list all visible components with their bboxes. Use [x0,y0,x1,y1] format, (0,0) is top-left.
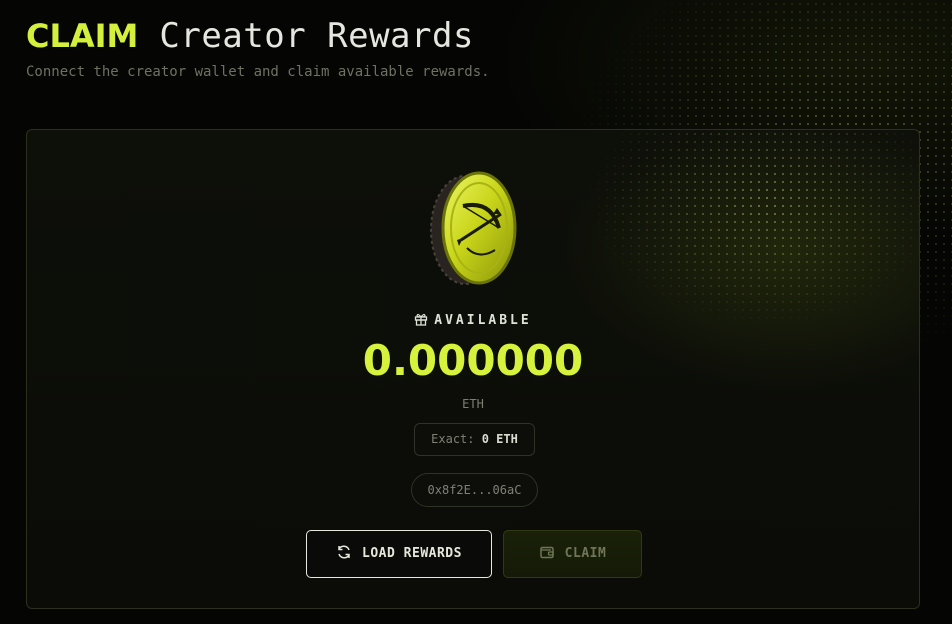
page-title-accent: CLAIM [26,17,139,55]
exact-label: Exact: [431,432,475,446]
wallet-address-badge: 0x8f2E...06aC [411,473,538,507]
claim-page: CLAIM Creator Rewards Connect the creato… [0,0,952,624]
page-header: CLAIM Creator Rewards Connect the creato… [26,14,490,80]
reward-unit: ETH [462,397,484,411]
load-rewards-button[interactable]: LOAD REWARDS [306,530,492,578]
available-label: AVAILABLE [434,313,532,328]
exact-amount-badge: Exact: 0 ETH [414,423,535,456]
claim-button[interactable]: CLAIM [503,530,642,578]
wallet-icon [539,546,554,559]
bow-arrow-coin-icon [430,171,517,285]
load-rewards-label: LOAD REWARDS [362,546,462,561]
refresh-icon [338,545,350,559]
rewards-card: AVAILABLE 0.000000 ETH Exact: 0 ETH 0x8f… [26,129,920,609]
available-label-row: AVAILABLE [27,312,919,328]
claim-label: CLAIM [564,546,607,561]
page-title-rest: Creator Rewards [159,16,474,56]
reward-amount: 0.000000 [362,336,584,385]
page-title: CLAIM Creator Rewards [26,14,490,58]
exact-value: 0 ETH [481,432,518,446]
page-subtitle: Connect the creator wallet and claim ava… [26,64,490,80]
gift-icon [415,313,428,326]
